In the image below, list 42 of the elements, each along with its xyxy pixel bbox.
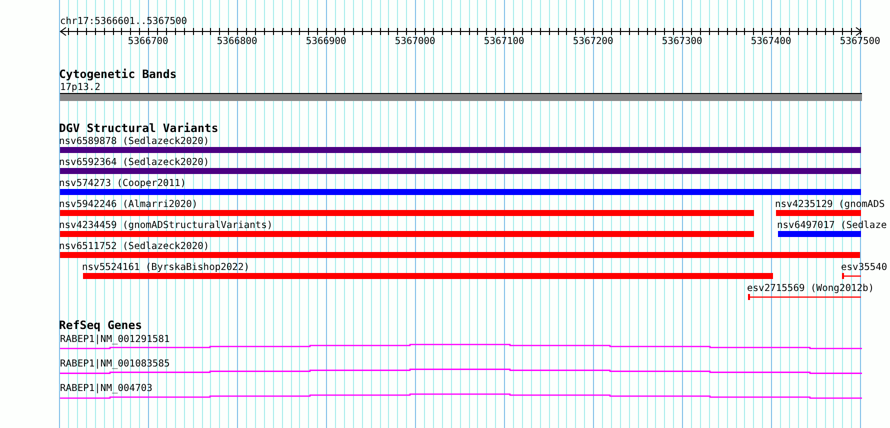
tick-label: 5367300	[662, 36, 702, 47]
variant-bar[interactable]	[776, 210, 861, 216]
track-title: RefSeq Genes	[59, 318, 142, 332]
band-label: 17p13.2	[60, 82, 100, 93]
variant-line[interactable]	[748, 294, 861, 300]
variant-label: esv35540	[841, 262, 888, 273]
variant-bar[interactable]	[60, 168, 861, 174]
tick-label: 5367200	[572, 36, 614, 47]
variant-label: nsv574273 (Cooper2011)	[59, 178, 186, 189]
gene-label: RABEP1|NM_004703	[60, 383, 152, 394]
gene-line[interactable]	[60, 344, 862, 350]
tick-label: 5366700	[128, 36, 168, 47]
tick-label: 5367000	[394, 36, 436, 47]
variant-label: nsv6592364 (Sedlazeck2020)	[59, 157, 210, 168]
gene-line[interactable]	[60, 368, 862, 374]
variant-label: nsv4235129 (gnomADS	[775, 199, 885, 210]
variant-bar[interactable]	[60, 147, 861, 153]
variant-label: esv2715569 (Wong2012b)	[747, 283, 874, 294]
gene-line[interactable]	[60, 393, 862, 399]
gene-label: RABEP1|NM_001083585	[60, 358, 170, 370]
position-label: chr17:5366601..5367500	[60, 16, 188, 27]
variant-label: nsv6497017 (Sedlaze	[777, 220, 887, 231]
variant-line[interactable]	[842, 273, 861, 279]
variant-bar[interactable]	[778, 231, 861, 237]
variant-bar[interactable]	[60, 210, 754, 216]
variant-label: nsv6511752 (Sedlazeck2020)	[59, 241, 210, 252]
tick-label: 5367400	[750, 36, 792, 47]
tick-label: 5367100	[484, 36, 524, 47]
variant-label: nsv6589878 (Sedlazeck2020)	[59, 136, 210, 147]
variant-label: nsv4234459 (gnomADStructuralVariants)	[59, 220, 273, 231]
tick-label: 5366900	[306, 36, 346, 47]
track-title: Cytogenetic Bands	[59, 67, 177, 81]
gene-label: RABEP1|NM_001291581	[60, 334, 170, 345]
variant-bar[interactable]	[60, 252, 860, 258]
variant-label: nsv5524161 (ByrskaBishop2022)	[82, 262, 250, 273]
tick-label: 5367500	[840, 36, 880, 47]
variant-bar[interactable]	[83, 273, 773, 279]
variant-bar[interactable]	[60, 189, 861, 195]
track-title: DGV Structural Variants	[59, 121, 218, 135]
tick-label: 5366800	[216, 36, 258, 47]
variant-bar[interactable]	[60, 231, 754, 237]
variant-label: nsv5942246 (Almarri2020)	[59, 199, 198, 210]
